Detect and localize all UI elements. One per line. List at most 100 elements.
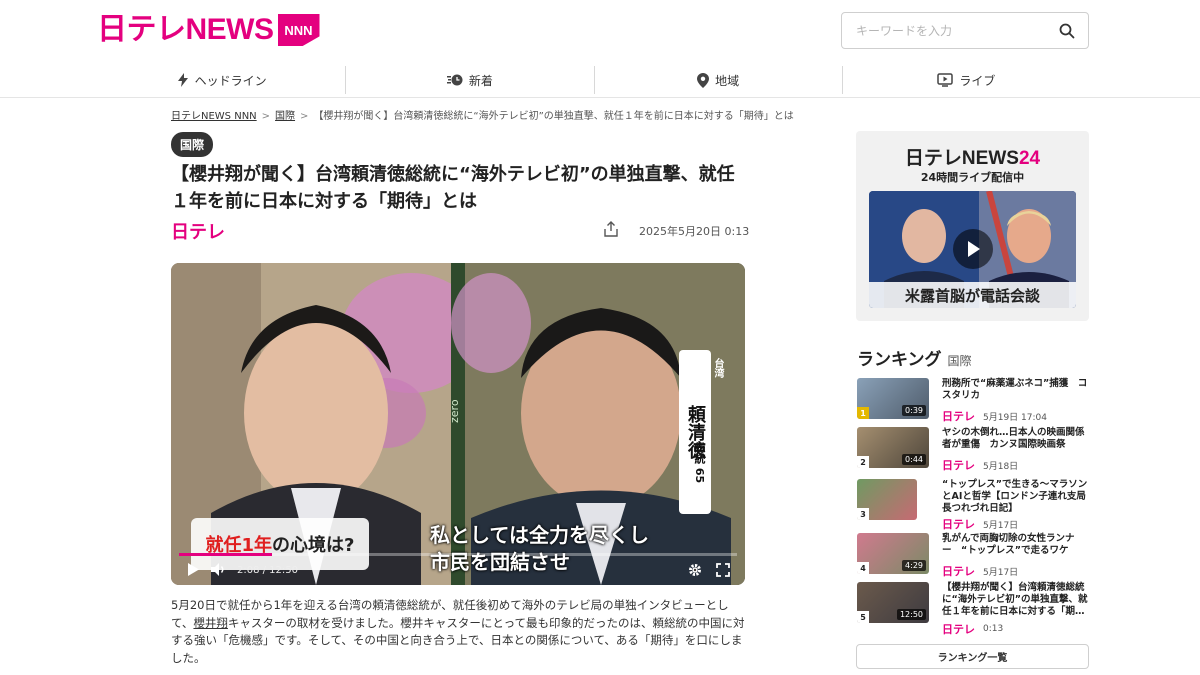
- clock-icon: [446, 74, 463, 86]
- lightning-icon: [177, 73, 188, 87]
- ranking-item-date: 5月17日: [983, 520, 1019, 531]
- play-icon: [968, 241, 980, 257]
- search-icon: [1059, 23, 1075, 38]
- ranking-item-date: 5月19日 17:04: [983, 412, 1047, 423]
- main-nav: ヘッドライン 新着 地域 ライブ: [98, 66, 1090, 94]
- ranking-thumbnail: 2 0:44: [857, 427, 929, 468]
- video-time: 2:08 / 12:50: [237, 565, 299, 576]
- ranking-thumbnail: 5 12:50: [857, 582, 929, 623]
- nav-label: 地域: [715, 73, 740, 88]
- volume-icon[interactable]: [211, 563, 227, 576]
- name-region: 台湾: [712, 358, 723, 378]
- source-logo: 日テレ: [942, 460, 975, 472]
- nav-label: ライブ: [959, 73, 996, 88]
- fullscreen-icon[interactable]: [716, 563, 730, 577]
- ranking-item-meta: 日テレ 5月17日: [942, 516, 1018, 532]
- ranking-item-meta: 日テレ 5月18日: [942, 457, 1018, 473]
- rank-number: 5: [857, 611, 869, 623]
- live-subtitle: 24時間ライブ配信中: [920, 171, 1025, 184]
- breadcrumb-home[interactable]: 日テレNEWS NNN: [171, 111, 257, 122]
- ranking-item-meta: 日テレ 0:13: [942, 621, 1003, 637]
- nav-label: ヘッドライン: [194, 73, 267, 88]
- ranking-item[interactable]: 4 4:29 乳がんで両胸切除の女性ランナー “トップレス”で走るワケ 日テレ 5…: [857, 533, 1089, 579]
- live-logo-number: 24: [1018, 148, 1041, 169]
- rank-number: 4: [857, 562, 869, 574]
- video-controls: 2:08 / 12:50: [171, 553, 745, 585]
- breadcrumb: 日テレNEWS NNN > 国際 > 【櫻井翔が聞く】台湾頼清徳総統に“海外テレビ初”の…: [171, 107, 794, 122]
- live-logo-text: 日テレNEWS: [904, 148, 1019, 169]
- source-logo: 日テレ: [942, 566, 975, 578]
- article-lead: 5月20日で就任から1年を迎える台湾の頼清徳総統が、就任後初めて海外のテレビ局の…: [171, 597, 746, 667]
- ranking-thumbnail: 1 0:39: [857, 378, 929, 419]
- lead-text-suffix: キャスターの取材を受けました。櫻井キャスターにとって最も印象的だったのは、頼総統…: [171, 615, 745, 665]
- ranking-item-title: 【櫻井翔が聞く】台湾頼清徳総統に“海外テレビ初”の単独直撃、就任１年を前に日本に…: [942, 582, 1088, 617]
- ranking-item[interactable]: 5 12:50 【櫻井翔が聞く】台湾頼清徳総統に“海外テレビ初”の単独直撃、就任…: [857, 582, 1089, 636]
- ranking-item-title: “トップレス”で生きる～マラソンとAIと哲学【ロンドン子連れ支局長つれづれ日記】: [942, 479, 1088, 514]
- breadcrumb-current: 【櫻井翔が聞く】台湾頼清徳総統に“海外テレビ初”の単独直撃、就任１年を前に日本に…: [313, 111, 794, 122]
- ranking-category: 国際: [947, 354, 972, 368]
- article-date: 2025年5月20日 0:13: [639, 225, 750, 238]
- ranking-item-title: ヤシの木倒れ…日本人の映画関係者が重傷 カンヌ国際映画祭: [942, 427, 1085, 450]
- nav-divider: [0, 97, 1200, 98]
- video-progress-bar[interactable]: [179, 553, 737, 556]
- ranking-title: ランキング: [857, 350, 942, 370]
- settings-gear-icon[interactable]: [688, 563, 702, 577]
- search-box: [841, 12, 1089, 49]
- name-card: 頼清徳: [679, 350, 711, 514]
- live-logo: 日テレNEWS24: [856, 143, 1089, 170]
- ranking-item-date: 0:13: [983, 624, 1004, 634]
- source-logo: 日テレ: [942, 411, 975, 423]
- video-duration: 12:50: [896, 609, 926, 620]
- live-thumbnail[interactable]: 米露首脳が電話会談: [869, 191, 1076, 308]
- logo-text: 日テレNEWS: [97, 13, 274, 46]
- map-pin-icon: [697, 72, 710, 88]
- rank-number: 3: [857, 508, 869, 520]
- ranking-item-title: 乳がんで両胸切除の女性ランナー “トップレス”で走るワケ: [942, 533, 1075, 556]
- ranking-thumbnail: 4 4:29: [857, 533, 929, 574]
- video-progress-fill: [179, 553, 272, 556]
- ranking-item[interactable]: 1 0:39 刑務所で“麻薬運ぶネコ”捕獲 コスタリカ 日テレ 5月19日 17:…: [857, 378, 1089, 424]
- video-duration: 0:39: [902, 405, 926, 416]
- ranking-item-meta: 日テレ 5月19日 17:04: [942, 408, 1047, 424]
- live-stream-card[interactable]: 日テレNEWS24 24時間ライブ配信中 米露首脳が電話会談: [856, 131, 1089, 321]
- live-caption: 米露首脳が電話会談: [869, 282, 1076, 308]
- nav-item-live[interactable]: ライブ: [843, 66, 1090, 94]
- ranking-item-title: 刑務所で“麻薬運ぶネコ”捕獲 コスタリカ: [942, 378, 1088, 401]
- rank-number: 1: [857, 407, 869, 419]
- ranking-header: ランキング 国際: [857, 345, 972, 370]
- category-badge[interactable]: 国際: [171, 132, 214, 157]
- name-age: 総統 65: [693, 442, 706, 484]
- video-duration: 4:29: [902, 560, 926, 571]
- ranking-item[interactable]: 3 “トップレス”で生きる～マラソンとAIと哲学【ロンドン子連れ支局長つれづれ日…: [857, 479, 1089, 531]
- play-icon[interactable]: [187, 563, 199, 576]
- ranking-item-date: 5月18日: [983, 461, 1019, 472]
- person-link[interactable]: 櫻井翔: [193, 616, 228, 630]
- ranking-more-button[interactable]: ランキング一覧: [856, 644, 1089, 669]
- site-logo[interactable]: 日テレNEWS NNN: [97, 14, 320, 46]
- nav-item-latest[interactable]: 新着: [346, 66, 595, 94]
- video-duration: 0:44: [902, 454, 926, 465]
- search-button[interactable]: [1046, 13, 1088, 48]
- ranking-thumbnail: 3: [857, 479, 917, 520]
- station-mark: zero: [448, 399, 461, 423]
- share-button[interactable]: [604, 221, 620, 237]
- nav-item-region[interactable]: 地域: [595, 66, 843, 94]
- video-subtitle-line1: 私としては全力を尽くし: [430, 523, 649, 547]
- breadcrumb-category[interactable]: 国際: [275, 111, 295, 122]
- source-logo: 日テレ: [942, 519, 975, 531]
- ranking-item[interactable]: 2 0:44 ヤシの木倒れ…日本人の映画関係者が重傷 カンヌ国際映画祭 日テレ 5…: [857, 427, 1089, 473]
- nav-label: 新着: [468, 73, 493, 88]
- breadcrumb-separator: >: [261, 111, 271, 122]
- rank-number: 2: [857, 456, 869, 468]
- logo-badge: NNN: [277, 14, 320, 46]
- ranking-item-date: 5月17日: [983, 567, 1019, 578]
- source-logo: 日テレ: [942, 624, 975, 636]
- breadcrumb-separator: >: [300, 111, 309, 122]
- nav-item-headline[interactable]: ヘッドライン: [98, 66, 347, 94]
- live-play-button[interactable]: [953, 229, 993, 269]
- source-logo: 日テレ: [171, 222, 225, 242]
- search-input[interactable]: [842, 13, 1046, 48]
- ranking-item-meta: 日テレ 5月17日: [942, 563, 1018, 579]
- article-title: 【櫻井翔が聞く】台湾頼清徳総統に“海外テレビ初”の単独直撃、就任１年を前に日本に…: [171, 164, 735, 212]
- share-icon: [604, 221, 618, 237]
